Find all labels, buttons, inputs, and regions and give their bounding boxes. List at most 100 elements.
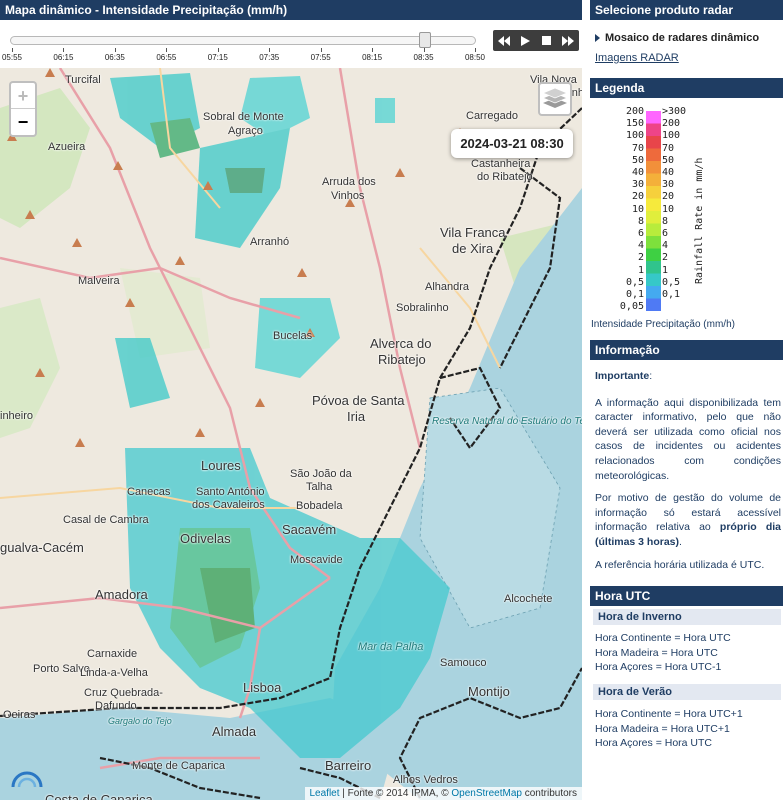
osm-link[interactable]: OpenStreetMap: [451, 788, 522, 799]
summer-line: Hora Madeira = Hora UTC+1: [595, 723, 730, 735]
place-label: Loures: [201, 458, 241, 473]
legend-right-value: >300: [662, 106, 687, 117]
place-label: Oeiras: [3, 709, 36, 721]
legend-color-swatch: [646, 186, 661, 199]
time-tick: [423, 48, 425, 52]
place-label: Azueira: [48, 141, 86, 153]
place-label: Canecas: [127, 486, 171, 498]
legend-color-swatch: [646, 123, 661, 137]
place-label: Arruda dos: [322, 176, 376, 188]
svg-text:Rainfall Rate in mm/h: Rainfall Rate in mm/h: [694, 158, 705, 284]
legend-right-value: 2: [662, 252, 669, 264]
legend-color-swatch: [646, 198, 661, 212]
stop-icon: [542, 36, 552, 45]
place-label: Almada: [212, 724, 257, 739]
time-tick-label: 07:15: [207, 53, 228, 62]
fast-forward-icon: [562, 35, 575, 46]
layers-button[interactable]: [538, 82, 572, 116]
summer-line: Hora Continente = Hora UTC+1: [595, 708, 743, 720]
time-tick: [217, 48, 219, 52]
product-option-mosaico[interactable]: Mosaico de radares dinâmico: [590, 26, 783, 50]
place-label: Malveira: [78, 275, 120, 287]
legend-caption: Intensidade Precipitação (mm/h): [591, 319, 735, 330]
time-tick-label: 05:55: [1, 53, 23, 62]
legend-right-value: 0,1: [662, 289, 681, 300]
winter-line: Hora Madeira = Hora UTC: [595, 647, 718, 659]
legend-left-value: 50: [631, 154, 644, 166]
radar-map[interactable]: Turcifal Sobral de Monte Agraço Vila Nov…: [0, 68, 582, 800]
info-text: .: [679, 535, 682, 548]
time-tick: [269, 48, 271, 52]
legend-right-value: 70: [662, 142, 675, 154]
place-label: Monte de Caparica: [132, 760, 225, 772]
time-tick: [372, 48, 374, 52]
time-slider-track[interactable]: [10, 36, 476, 45]
winter-line: Hora Açores = Hora UTC-1: [595, 661, 722, 673]
legend-color-swatch: [646, 211, 661, 224]
legend-color-swatch: [646, 261, 661, 274]
place-label: Sobral de Monte: [203, 111, 284, 123]
place-label: Cruz Quebrada-: [84, 687, 163, 699]
place-label: Reserva Natural do Estuário do Tejo: [432, 416, 582, 427]
legend-left-value: 0,1: [625, 289, 644, 300]
place-label: Alverca do: [370, 336, 432, 351]
place-label: São João da: [290, 468, 352, 480]
legend-left-value: 8: [637, 215, 644, 227]
place-label: Gargalo do Tejo: [108, 716, 172, 726]
legend-left-value: 20: [631, 191, 644, 203]
time-slider-handle[interactable]: [419, 32, 431, 48]
rewind-icon: [497, 35, 510, 46]
place-label: do Ribatejo: [477, 171, 533, 183]
time-tick-label: 06:15: [53, 53, 74, 62]
place-label: Carregado: [466, 110, 518, 122]
place-label: de Xira: [452, 241, 494, 256]
product-option-label: Mosaico de radares dinâmico: [605, 32, 760, 44]
rewind-button[interactable]: [496, 34, 512, 48]
place-label: Talha: [306, 481, 333, 493]
legend-color-swatch: [646, 223, 661, 237]
zoom-out-button[interactable]: −: [11, 109, 35, 135]
legend-right-value: 1: [662, 264, 669, 276]
time-tick-label: 06:55: [156, 53, 177, 62]
timeline: 05:55 06:15 06:35 06:55 07:15 07:35 07:55 08:15…: [0, 22, 582, 68]
legend-color-swatch: [646, 236, 661, 249]
place-label: Alcochete: [504, 593, 553, 605]
play-button[interactable]: [517, 34, 533, 48]
legend-right-value: 10: [662, 203, 675, 215]
stop-button[interactable]: [539, 34, 555, 48]
legend-right-value: 40: [662, 167, 675, 178]
legend-color-swatch: [646, 148, 661, 162]
zoom-control: + −: [9, 81, 37, 137]
legend-color-swatch: [646, 111, 661, 124]
playback-controls: [493, 30, 579, 51]
info-paragraph: A referência horária utilizada é UTC.: [595, 558, 765, 571]
fast-forward-button[interactable]: [560, 34, 576, 48]
place-label: Póvoa de Santa: [312, 393, 405, 408]
time-tick-label: 08:15: [362, 53, 383, 62]
place-label: Santo António: [196, 486, 265, 498]
place-label: Agraço: [228, 125, 263, 137]
legend-colorbar: [646, 111, 661, 311]
legend-right-value: 30: [662, 179, 675, 191]
play-icon: [520, 35, 530, 46]
radar-images-link[interactable]: Imagens RADAR: [590, 52, 783, 64]
time-tick: [166, 48, 168, 52]
legend-right-value: 200: [662, 118, 681, 130]
legend-right-value: 8: [662, 215, 669, 227]
place-label: Sacavém: [282, 522, 337, 537]
leaflet-link[interactable]: Leaflet: [310, 788, 340, 799]
place-label: Odivelas: [180, 531, 231, 546]
place-label: Carnaxide: [87, 648, 138, 660]
place-label: Castanheira: [471, 158, 531, 170]
zoom-in-button[interactable]: +: [11, 83, 35, 109]
info-paragraph: A informação aqui disponibilizada tem ca…: [595, 396, 781, 482]
time-tick: [320, 48, 322, 52]
legend-left-value: 1: [637, 264, 644, 276]
time-tick-label: 08:35: [413, 53, 434, 62]
ipma-logo-icon: [11, 771, 43, 788]
legend-right-value: 4: [662, 240, 669, 252]
time-tick-label: 06:35: [104, 53, 125, 62]
place-label: Vinhos: [331, 190, 365, 202]
place-label: Bobadela: [296, 500, 343, 512]
info-header: Informação: [590, 340, 783, 360]
